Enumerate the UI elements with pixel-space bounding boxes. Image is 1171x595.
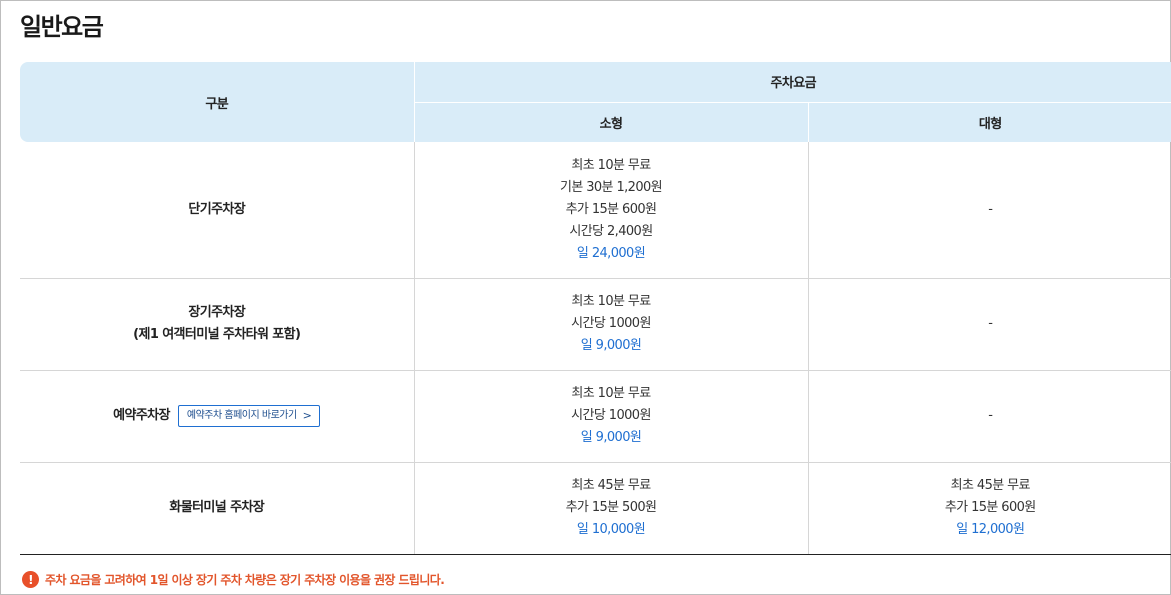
category-sublabel: (제1 여객터미널 주차타워 포함) (133, 327, 301, 342)
fee-line: 시간당 2,400원 (569, 223, 653, 239)
table-row: 예약주차장 예약주차 홈페이지 바로가기 > 최초 10분 무료 시간당 100… (20, 370, 1171, 463)
row-category: 단기주차장 (20, 142, 415, 279)
fee-line: 기본 30분 1,200원 (559, 179, 663, 195)
table-row: 단기주차장 최초 10분 무료 기본 30분 1,200원 추가 15분 600… (20, 142, 1171, 279)
daily-max-fee: 일 9,000원 (580, 430, 642, 445)
link-label: 예약주차 홈페이지 바로가기 (186, 410, 297, 421)
header-category: 구분 (20, 62, 415, 142)
header-small-car: 소형 (414, 102, 809, 142)
fee-dash: - (988, 201, 993, 217)
category-with-link: 예약주차장 예약주차 홈페이지 바로가기 > (113, 405, 321, 427)
fee-line: 최초 10분 무료 (571, 386, 651, 401)
row-category: 화물터미널 주차장 (20, 462, 415, 555)
daily-max-fee: 일 12,000원 (956, 522, 1025, 537)
fee-line: 추가 15분 500원 (565, 500, 657, 515)
category-label: 화물터미널 주차장 (169, 500, 265, 515)
daily-max-fee: 일 24,000원 (576, 245, 646, 261)
parking-notice: ! 주차 요금을 고려하여 1일 이상 장기 주차 차량은 장기 주차장 이용을… (22, 571, 445, 588)
small-car-fee: 최초 45분 무료 추가 15분 500원 일 10,000원 (414, 462, 809, 555)
fee-dash: - (988, 408, 993, 423)
page-title: 일반요금 (20, 13, 104, 41)
table-row: 장기주차장 (제1 여객터미널 주차타워 포함) 최초 10분 무료 시간당 1… (20, 278, 1171, 371)
fee-line: 추가 15분 600원 (944, 500, 1036, 515)
parking-fee-table: 구분 주차요금 소형 대형 단기주차장 최초 10분 무료 기본 30분 1,2… (20, 62, 1171, 555)
fee-line: 최초 45분 무료 (571, 478, 651, 493)
alert-icon: ! (22, 571, 39, 588)
fee-line: 시간당 1000원 (571, 316, 651, 331)
row-category: 예약주차장 예약주차 홈페이지 바로가기 > (20, 370, 415, 463)
category-label: 장기주차장 (188, 305, 246, 320)
table-row: 화물터미널 주차장 최초 45분 무료 추가 15분 500원 일 10,000… (20, 462, 1171, 555)
small-car-fee: 최초 10분 무료 시간당 1000원 일 9,000원 (414, 370, 809, 463)
large-car-fee: 최초 45분 무료 추가 15분 600원 일 12,000원 (808, 462, 1171, 555)
reservation-homepage-link[interactable]: 예약주차 홈페이지 바로가기 > (177, 405, 321, 427)
small-car-fee: 최초 10분 무료 기본 30분 1,200원 추가 15분 600원 시간당 … (414, 142, 809, 279)
fee-line: 시간당 1000원 (571, 408, 651, 423)
category-label: 예약주차장 (113, 408, 170, 423)
fee-line: 추가 15분 600원 (565, 201, 657, 217)
fee-line: 최초 45분 무료 (950, 478, 1031, 493)
fee-line: 최초 10분 무료 (571, 294, 651, 309)
large-car-fee: - (808, 142, 1171, 279)
large-car-fee: - (808, 370, 1171, 463)
fee-line: 최초 10분 무료 (571, 157, 651, 173)
daily-max-fee: 일 10,000원 (576, 522, 646, 537)
header-large-car: 대형 (808, 102, 1171, 142)
notice-text: 주차 요금을 고려하여 1일 이상 장기 주차 차량은 장기 주차장 이용을 권… (45, 573, 445, 587)
header-parking-fee: 주차요금 (414, 62, 1171, 103)
fee-dash: - (988, 316, 993, 331)
chevron-right-icon: > (302, 409, 312, 422)
small-car-fee: 최초 10분 무료 시간당 1000원 일 9,000원 (414, 278, 809, 371)
row-category: 장기주차장 (제1 여객터미널 주차타워 포함) (20, 278, 415, 371)
large-car-fee: - (808, 278, 1171, 371)
category-label: 단기주차장 (188, 201, 246, 217)
daily-max-fee: 일 9,000원 (580, 338, 642, 353)
